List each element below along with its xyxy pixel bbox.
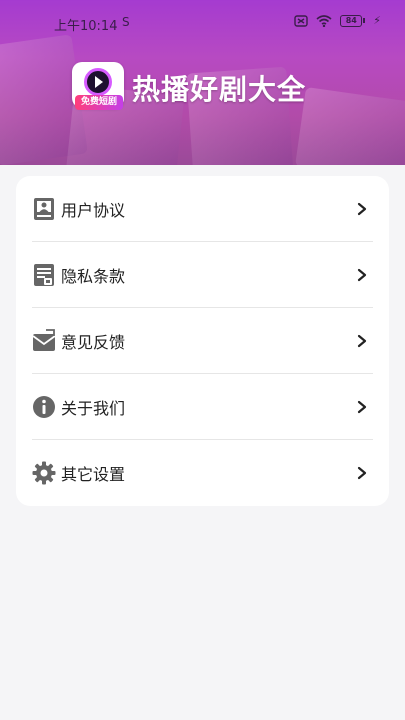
battery-level: 84 — [340, 14, 363, 27]
app-logo: 免费短剧 — [72, 62, 124, 110]
chevron-right-icon — [357, 268, 367, 282]
menu-item-label: 关于我们 — [61, 399, 126, 418]
chevron-right-icon — [357, 400, 367, 414]
menu-item-about-us[interactable]: 关于我们 — [32, 374, 373, 440]
app-title: 热播好剧大全 — [132, 73, 307, 106]
menu-item-feedback[interactable]: 意见反馈 — [32, 308, 373, 374]
header-banner: 上午10:14 S 84 ⚡ 免费短剧 热播好剧大全 — [0, 0, 405, 165]
menu-item-privacy-policy[interactable]: 隐私条款 — [32, 242, 373, 308]
chevron-right-icon — [357, 334, 367, 348]
wifi-icon — [316, 14, 332, 27]
info-icon — [32, 395, 56, 419]
banner-poster — [295, 87, 405, 165]
status-time: 上午10:14 — [54, 19, 118, 34]
feedback-icon — [32, 329, 56, 353]
menu-item-label: 用户协议 — [61, 201, 126, 220]
logo-tag: 免费短剧 — [75, 95, 123, 110]
chevron-right-icon — [357, 466, 367, 480]
user-agreement-icon — [32, 197, 56, 221]
menu-item-label: 隐私条款 — [61, 267, 126, 286]
chevron-right-icon — [357, 202, 367, 216]
menu-item-label: 意见反馈 — [61, 333, 126, 352]
menu-item-label: 其它设置 — [61, 465, 126, 484]
battery-icon: 84 — [340, 14, 366, 27]
play-icon — [84, 68, 112, 96]
settings-menu-card: 用户协议 隐私条款 意见反馈 关于我们 其它设置 — [16, 176, 389, 506]
sim-s-icon: S — [122, 15, 130, 29]
menu-item-user-agreement[interactable]: 用户协议 — [32, 176, 373, 242]
status-bar: 上午10:14 S 84 ⚡ — [0, 12, 405, 34]
no-sim-icon — [294, 14, 308, 27]
privacy-policy-icon — [32, 263, 56, 287]
gear-icon — [32, 461, 56, 485]
charging-icon: ⚡ — [373, 14, 381, 27]
menu-item-other-settings[interactable]: 其它设置 — [32, 440, 373, 506]
